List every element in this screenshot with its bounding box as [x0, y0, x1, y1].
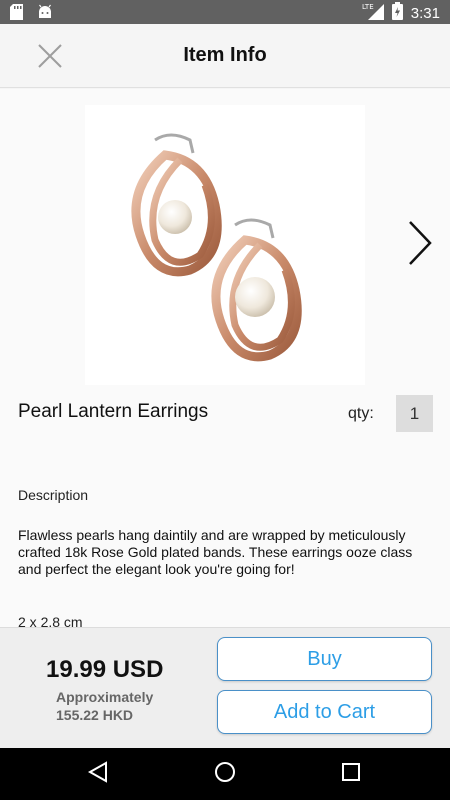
status-bar: LTE 3:31: [0, 0, 450, 24]
android-icon: [37, 4, 53, 24]
add-to-cart-button[interactable]: Add to Cart: [217, 690, 432, 734]
pearl-earrings-image: [131, 133, 302, 362]
status-left-icons: [10, 4, 53, 24]
chevron-right-icon: [407, 219, 433, 271]
purchase-panel: 19.99 USD Approximately 155.22 HKD Buy A…: [0, 627, 450, 748]
item-info-content[interactable]: Pearl Lantern Earrings qty: 1 Descriptio…: [0, 89, 450, 627]
system-nav-bar: [0, 748, 450, 800]
qty-label: qty:: [348, 405, 374, 422]
network-type-label: LTE: [362, 3, 374, 11]
home-icon: [214, 761, 236, 787]
product-name: Pearl Lantern Earrings: [18, 401, 209, 422]
description-heading: Description: [18, 487, 89, 503]
app-bar: Item Info: [0, 24, 450, 88]
battery-icon: [391, 2, 403, 24]
recents-icon: [341, 762, 361, 786]
page-title: Item Info: [183, 44, 267, 66]
back-icon: [87, 761, 109, 787]
status-right-icons: LTE 3:31: [362, 2, 440, 24]
price-usd: 19.99 USD: [46, 656, 164, 683]
buy-button[interactable]: Buy: [217, 637, 432, 681]
description-text: Flawless pearls hang daintily and are wr…: [18, 527, 413, 577]
sd-card-icon: [10, 4, 23, 24]
price-hkd: 155.22 HKD: [56, 707, 134, 723]
product-image[interactable]: [85, 105, 365, 385]
approx-label: Approximately: [56, 689, 154, 705]
back-button[interactable]: [84, 760, 112, 788]
qty-input[interactable]: 1: [396, 395, 433, 432]
signal-icon: LTE: [362, 2, 384, 24]
next-image-button[interactable]: [400, 219, 440, 271]
recents-button[interactable]: [337, 760, 365, 788]
status-time: 3:31: [410, 4, 440, 22]
description-size: 2 x 2.8 cm: [18, 614, 83, 627]
home-button[interactable]: [211, 760, 239, 788]
